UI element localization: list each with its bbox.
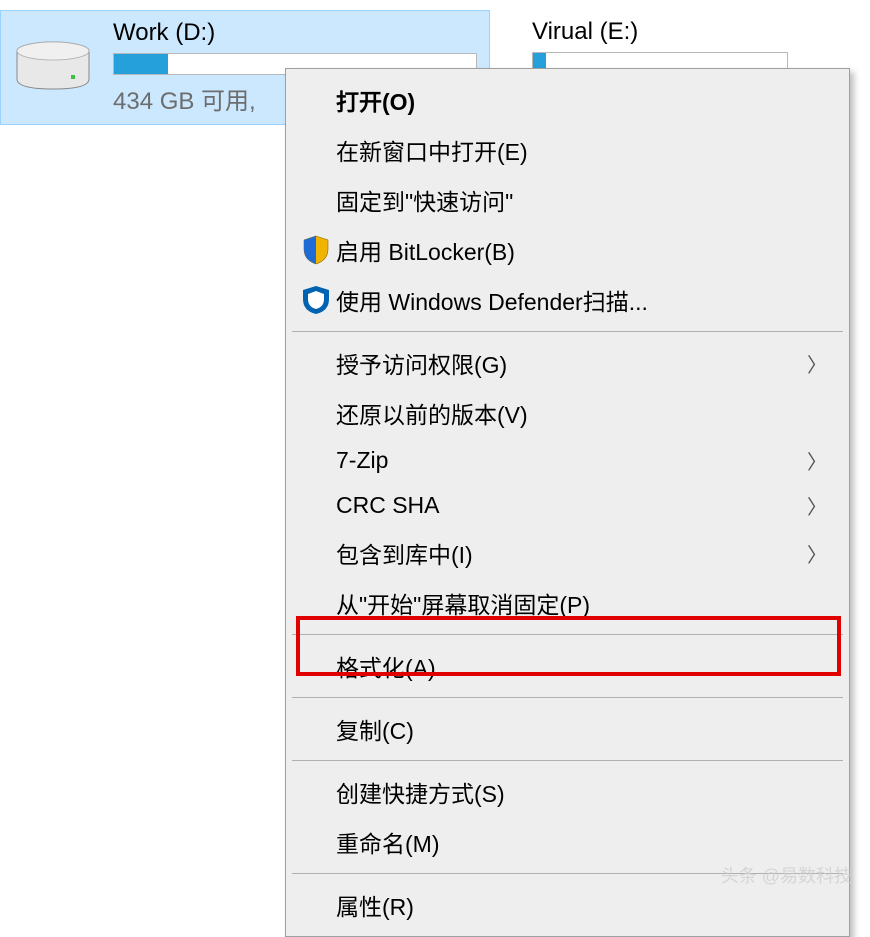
menu-separator bbox=[292, 697, 843, 698]
menu-defender[interactable]: 使用 Windows Defender扫描... bbox=[288, 275, 847, 325]
submenu-arrow-icon: 〉 bbox=[807, 349, 827, 378]
menu-restore-previous[interactable]: 还原以前的版本(V) bbox=[288, 388, 847, 438]
menu-open-new-window[interactable]: 在新窗口中打开(E) bbox=[288, 125, 847, 175]
menu-format[interactable]: 格式化(A)... bbox=[288, 641, 847, 691]
drive-name: Work (D:) bbox=[113, 19, 477, 47]
menu-unpin-start[interactable]: 从"开始"屏幕取消固定(P) bbox=[288, 578, 847, 628]
menu-include-library[interactable]: 包含到库中(I) 〉 bbox=[288, 528, 847, 578]
menu-crc-sha[interactable]: CRC SHA 〉 bbox=[288, 483, 847, 528]
drive-info-e: Virual (E:) bbox=[532, 18, 788, 74]
menu-separator bbox=[292, 634, 843, 635]
drive-icon bbox=[13, 39, 93, 94]
drive-name: Virual (E:) bbox=[532, 18, 788, 46]
menu-grant-access[interactable]: 授予访问权限(G) 〉 bbox=[288, 338, 847, 388]
menu-7zip[interactable]: 7-Zip 〉 bbox=[288, 438, 847, 483]
drive-usage-fill bbox=[114, 54, 168, 74]
submenu-arrow-icon: 〉 bbox=[807, 539, 827, 568]
menu-open[interactable]: 打开(O) bbox=[288, 75, 847, 125]
menu-rename[interactable]: 重命名(M) bbox=[288, 817, 847, 867]
menu-separator bbox=[292, 760, 843, 761]
shield-gold-icon bbox=[296, 235, 336, 265]
menu-pin-quick-access[interactable]: 固定到"快速访问" bbox=[288, 175, 847, 225]
shield-blue-icon bbox=[296, 285, 336, 315]
context-menu: 打开(O) 在新窗口中打开(E) 固定到"快速访问" 启用 BitLocker(… bbox=[285, 68, 850, 937]
watermark: 头条 @易数科技 bbox=[721, 862, 852, 888]
submenu-arrow-icon: 〉 bbox=[807, 446, 827, 475]
menu-create-shortcut[interactable]: 创建快捷方式(S) bbox=[288, 767, 847, 817]
menu-copy[interactable]: 复制(C) bbox=[288, 704, 847, 754]
menu-separator bbox=[292, 331, 843, 332]
menu-bitlocker[interactable]: 启用 BitLocker(B) bbox=[288, 225, 847, 275]
submenu-arrow-icon: 〉 bbox=[807, 491, 827, 520]
